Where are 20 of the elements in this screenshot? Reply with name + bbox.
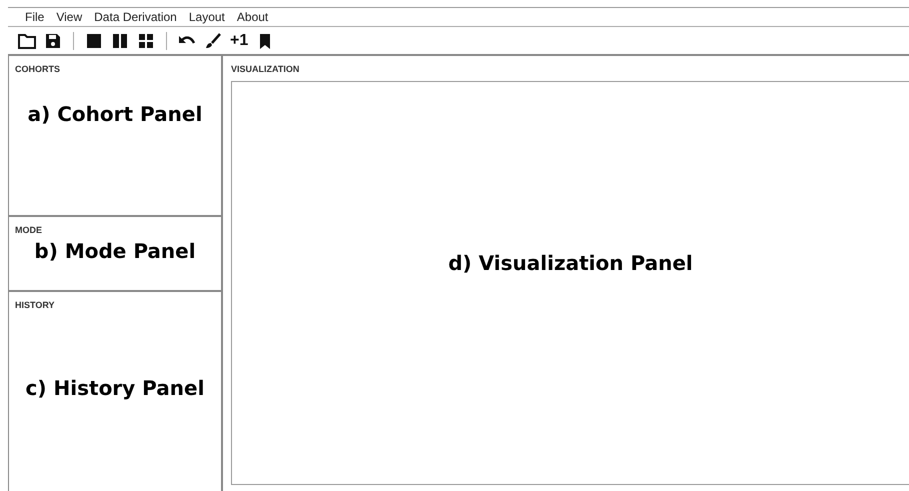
panel-annotation: a) Cohort Panel (26, 102, 204, 126)
folder-icon[interactable] (18, 32, 36, 50)
brush-icon[interactable] (204, 32, 222, 50)
panel-title: VISUALIZATION (231, 64, 300, 74)
single-layout-icon[interactable] (85, 32, 103, 50)
menu-item[interactable]: View (56, 10, 82, 24)
menu-item[interactable]: About (236, 10, 268, 24)
panel-title: HISTORY (15, 300, 56, 310)
panel-title: MODE (15, 225, 43, 235)
menu-item[interactable]: File (25, 10, 44, 24)
panel-annotation: b) Mode Panel (33, 239, 197, 263)
panel-annotation: c) History Panel (24, 376, 206, 400)
panel-annotation: d) Visualization Panel (448, 251, 693, 275)
save-icon[interactable] (44, 32, 62, 50)
menu-item[interactable]: Data Derivation (94, 10, 177, 24)
panel-title: COHORTS (15, 64, 61, 74)
columns-layout-icon[interactable] (111, 32, 129, 50)
increment-button[interactable]: +1 (230, 32, 248, 50)
grid-layout-icon[interactable] (137, 32, 155, 50)
menu-item[interactable]: Layout (188, 10, 225, 24)
